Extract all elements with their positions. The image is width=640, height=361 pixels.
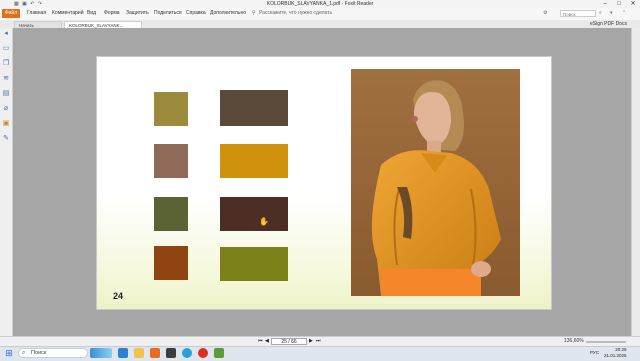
- settings-icon[interactable]: ⚙: [543, 9, 547, 18]
- attachment-icon[interactable]: ⌀: [2, 105, 10, 113]
- menu-share[interactable]: Поделиться: [154, 9, 182, 18]
- comment-icon[interactable]: ▤: [2, 90, 10, 98]
- prev-page-icon[interactable]: ◀: [265, 338, 269, 345]
- terminal-icon[interactable]: [166, 348, 176, 358]
- clock[interactable]: 20:29 21.01.2025: [604, 347, 627, 359]
- app-icon[interactable]: [214, 348, 224, 358]
- foxit-icon[interactable]: [150, 348, 160, 358]
- find-search-icon[interactable]: ⌕: [599, 9, 602, 18]
- minimize-icon[interactable]: –: [598, 0, 612, 8]
- file-explorer-icon[interactable]: [134, 348, 144, 358]
- tab-document[interactable]: KOLORBUK_SLAVYANK...: [64, 21, 142, 28]
- menu-comment[interactable]: Комментарий: [52, 9, 84, 18]
- layers-icon[interactable]: ≋: [2, 75, 10, 83]
- edge-icon[interactable]: [118, 348, 128, 358]
- close-icon[interactable]: ✕: [626, 0, 640, 8]
- menu-form[interactable]: Форма: [104, 9, 120, 18]
- last-page-icon[interactable]: ⏭: [316, 338, 321, 345]
- telegram-icon[interactable]: [182, 348, 192, 358]
- taskbar-search[interactable]: Поиск: [18, 348, 88, 358]
- language-indicator[interactable]: РУС: [590, 350, 599, 355]
- zoom-slider[interactable]: [586, 341, 626, 343]
- windows-start-icon[interactable]: ⊞: [4, 348, 14, 358]
- clock-date: 21.01.2025: [604, 353, 627, 358]
- tell-me-search[interactable]: Расскажите, что нужно сделать: [259, 9, 332, 18]
- lock-icon[interactable]: ▣: [2, 120, 10, 128]
- hand-cursor-icon: ✋: [259, 217, 269, 226]
- menu-home[interactable]: Главная: [27, 9, 46, 18]
- options-icon[interactable]: ▾: [610, 9, 613, 18]
- color-swatch-small-3: [154, 197, 188, 231]
- color-swatch-large-2: [220, 144, 288, 178]
- color-swatch-large-4: [220, 247, 288, 281]
- tab-start[interactable]: Начать: [14, 21, 62, 28]
- color-swatch-large-1: [220, 90, 288, 126]
- widgets-icon[interactable]: [90, 348, 112, 358]
- maximize-icon[interactable]: □: [612, 0, 626, 8]
- find-input[interactable]: Поиск: [560, 10, 596, 17]
- title-bar: ▦ ▣ ↶ ↷ KOLORBUK_SLAVYANKA_1.pdf - Foxit…: [0, 0, 640, 8]
- pages-icon[interactable]: ❐: [2, 60, 10, 68]
- menu-help[interactable]: Справка: [186, 9, 206, 18]
- opera-icon[interactable]: [198, 348, 208, 358]
- signature-icon[interactable]: ✎: [2, 135, 10, 143]
- page-number-label: 24: [113, 291, 124, 301]
- window-title: KOLORBUK_SLAVYANKA_1.pdf - Foxit Reader: [266, 1, 374, 7]
- lightbulb-icon: ⚲: [252, 10, 256, 16]
- zoom-level[interactable]: 136,60%: [564, 338, 584, 345]
- search-icon: ⌕: [22, 350, 26, 356]
- menu-protect[interactable]: Защитить: [126, 9, 149, 18]
- file-menu-button[interactable]: Файл: [2, 9, 20, 18]
- thumbnail-icon[interactable]: ▭: [2, 45, 10, 53]
- color-swatch-small-4: [154, 246, 188, 280]
- next-page-icon[interactable]: ▶: [309, 338, 313, 345]
- esign-label[interactable]: eSign PDF Docs: [590, 21, 627, 28]
- hand-tool-icon[interactable]: ◂: [2, 30, 10, 38]
- menu-view[interactable]: Вид: [87, 9, 96, 18]
- color-swatch-small-1: [154, 92, 188, 126]
- color-swatch-small-2: [154, 144, 188, 178]
- first-page-icon[interactable]: ⏮: [258, 338, 263, 345]
- color-swatch-large-3: [220, 197, 288, 231]
- page-number-input[interactable]: 25 / 66: [271, 338, 307, 345]
- person-illustration: [351, 69, 520, 296]
- person-photo: [351, 69, 520, 296]
- collapse-ribbon-icon[interactable]: ⌃: [622, 9, 626, 18]
- vertical-scrollbar[interactable]: [631, 28, 640, 336]
- menu-extra[interactable]: Дополнительно: [210, 9, 246, 18]
